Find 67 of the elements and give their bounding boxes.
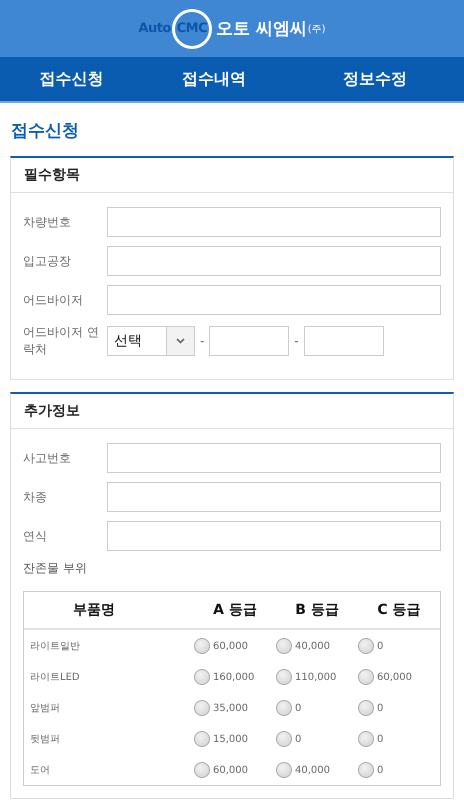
radio-button[interactable]	[358, 731, 374, 747]
part-name: 라이트일반	[29, 640, 81, 653]
price-text: 0	[377, 640, 384, 652]
radio-button[interactable]	[358, 762, 374, 778]
price-text: 35,000	[213, 702, 248, 714]
radio-button[interactable]	[276, 762, 292, 778]
field-label: 연식	[23, 528, 48, 544]
column-header: C 등급	[376, 601, 422, 619]
radio-button[interactable]	[194, 731, 210, 747]
radio-button[interactable]	[358, 669, 374, 685]
radio-button[interactable]	[358, 638, 374, 654]
column-header: A 등급	[212, 601, 258, 619]
radio-button[interactable]	[194, 669, 210, 685]
nav-tab[interactable]: 정보수정	[286, 68, 464, 90]
radio-button[interactable]	[194, 638, 210, 654]
input-field[interactable]	[107, 443, 441, 473]
part-name: 라이트LED	[29, 671, 81, 684]
radio-button[interactable]	[276, 731, 292, 747]
price-text: 60,000	[377, 672, 412, 682]
field-label: 잔존물 부위	[23, 560, 88, 577]
price-text: 0	[377, 702, 384, 714]
price-text: 15,000	[213, 734, 248, 744]
radio-button[interactable]	[276, 638, 292, 654]
separator: -	[294, 334, 299, 348]
input-field[interactable]	[209, 326, 290, 356]
section-title: 필수항목	[11, 158, 453, 193]
input-field[interactable]	[304, 326, 384, 356]
radio-button[interactable]	[194, 762, 210, 778]
radio-button[interactable]	[358, 700, 374, 716]
price-text: 160,000	[213, 672, 254, 682]
input-field[interactable]	[107, 482, 441, 512]
radio-button[interactable]	[276, 700, 292, 716]
logo-text: 오토 씨엠씨	[216, 18, 307, 40]
column-header: 부품명	[72, 601, 116, 619]
field-label: 사고번호	[23, 450, 72, 466]
price-text: 60,000	[213, 764, 248, 776]
field-label: 차종	[23, 488, 48, 506]
section-title: 추가정보	[11, 394, 453, 429]
input-field[interactable]	[107, 521, 441, 551]
input-field[interactable]	[107, 246, 441, 276]
price-text: 0	[377, 764, 384, 776]
input-field[interactable]	[107, 285, 441, 315]
column-header: B 등급	[294, 601, 340, 619]
chevron-down-icon	[176, 338, 185, 344]
field-label: 어드바이저	[23, 292, 84, 308]
price-text: 110,000	[295, 672, 336, 682]
field-label: 어드바이저 연락처	[23, 324, 100, 358]
radio-button[interactable]	[276, 669, 292, 685]
field-label: 차량번호	[23, 214, 72, 230]
price-text: 40,000	[295, 764, 330, 776]
price-text: 0	[377, 734, 384, 744]
part-name: 뒷범퍼	[29, 733, 61, 746]
price-text: 60,000	[213, 640, 248, 652]
part-name: 도어	[29, 764, 51, 777]
field-label: 입고공장	[23, 252, 72, 270]
separator: -	[200, 334, 204, 348]
price-text: 40,000	[295, 640, 330, 652]
price-text: 0	[295, 702, 302, 714]
nav-tab[interactable]: 접수신청	[0, 68, 143, 90]
logo-text: (주)	[308, 22, 326, 36]
select-field[interactable]: 선택	[107, 326, 195, 356]
input-field[interactable]	[107, 207, 441, 237]
page-title: 접수신청	[10, 120, 80, 143]
radio-button[interactable]	[194, 700, 210, 716]
nav-tab[interactable]: 접수내역	[142, 68, 286, 90]
price-text: 0	[295, 734, 302, 744]
part-name: 앞범퍼	[29, 702, 61, 715]
